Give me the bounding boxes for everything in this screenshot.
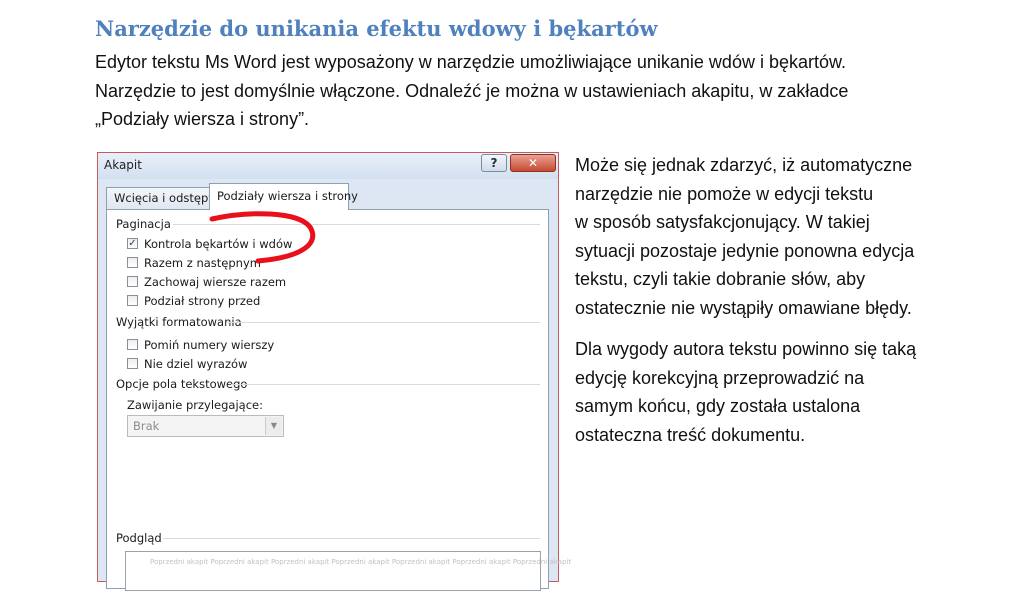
- group-divider: [227, 322, 540, 323]
- paragraph-dialog-screenshot: Akapit ? ✕ Wcięcia i odstępy Podziały wi…: [97, 152, 571, 591]
- checkbox-label: Razem z następnym: [144, 256, 261, 270]
- side-line: narzędzie nie pomoże w edycji tekstu: [575, 183, 874, 204]
- document-heading: Narzędzie do unikania efektu wdowy i bęk…: [95, 16, 658, 41]
- exceptions-group-label: Wyjątki formatowania: [116, 315, 242, 329]
- textbox-options-group-label: Opcje pola tekstowego: [116, 377, 248, 391]
- help-button[interactable]: ?: [481, 154, 507, 172]
- side-line: Może się jednak zdarzyć, iż automatyczne: [575, 155, 913, 175]
- checkbox-box[interactable]: [127, 295, 138, 306]
- preview-group-label: Podgląd: [116, 531, 162, 545]
- dialog-title: Akapit: [104, 158, 142, 172]
- tab-line-page-breaks[interactable]: Podziały wiersza i strony: [209, 183, 358, 210]
- tight-wrap-dropdown[interactable]: Brak ▼: [127, 415, 284, 437]
- chevron-down-icon[interactable]: ▼: [265, 417, 282, 435]
- side-paragraph: Dla wygody autora tekstu powinno się tak…: [575, 335, 995, 449]
- intro-line: „Podziały wiersza i strony”.: [95, 109, 310, 129]
- side-line: edycję korekcyjną przeprowadzić na: [575, 367, 865, 388]
- tab-indents-spacing[interactable]: Wcięcia i odstępy: [106, 187, 215, 209]
- group-divider: [231, 384, 540, 385]
- side-line: ostatecznie nie wystąpiły omawiane błędy…: [575, 297, 912, 318]
- side-text: Może się jednak zdarzyć, iż automatyczne…: [575, 151, 995, 462]
- dialog-titlebar: Akapit ? ✕: [98, 153, 558, 179]
- intro-line: Narzędzie to jest domyślnie włączone. Od…: [95, 80, 849, 101]
- side-paragraph: Może się jednak zdarzyć, iż automatyczne…: [575, 151, 995, 322]
- pagination-group-label: Paginacja: [116, 217, 171, 231]
- side-line: sytuacji pozostaje jedynie ponowna edycj…: [575, 240, 915, 261]
- preview-sample-text: Poprzedni akapit Poprzedni akapit Poprze…: [150, 558, 572, 566]
- dropdown-value: Brak: [133, 419, 160, 433]
- side-line: Dla wygody autora tekstu powinno się tak…: [575, 339, 917, 359]
- checkbox-box[interactable]: [127, 358, 138, 369]
- checkbox-label: Nie dziel wyrazów: [144, 357, 248, 371]
- group-divider: [163, 538, 540, 539]
- checkbox-label: Zachowaj wiersze razem: [144, 275, 287, 289]
- close-button[interactable]: ✕: [510, 154, 556, 172]
- group-divider: [173, 224, 540, 225]
- checkbox-box[interactable]: ✓: [127, 238, 138, 249]
- checkbox-label: Podział strony przed: [144, 294, 261, 308]
- intro-line: Edytor tekstu Ms Word jest wyposażony w …: [95, 52, 846, 72]
- tab-panel: Paginacja ✓ Kontrola bękartów i wdów Raz…: [106, 209, 571, 591]
- checkbox-label: Kontrola bękartów i wdów: [144, 237, 293, 251]
- checkbox-box[interactable]: [127, 276, 138, 287]
- intro-paragraph: Edytor tekstu Ms Word jest wyposażony w …: [95, 48, 955, 134]
- tight-wrap-label: Zawijanie przylegające:: [127, 398, 263, 412]
- side-line: ostateczna treść dokumentu.: [575, 424, 806, 445]
- checkbox-box[interactable]: [127, 257, 138, 268]
- checkbox-label: Pomiń numery wierszy: [144, 338, 275, 352]
- side-line: tekstu, czyli takie dobranie słów, aby: [575, 269, 866, 289]
- side-line: samym końcu, gdy została ustalona: [575, 396, 861, 416]
- checkbox-box[interactable]: [127, 339, 138, 350]
- preview-box: Poprzedni akapit Poprzedni akapit Poprze…: [125, 551, 571, 591]
- side-line: w sposób satysfakcjonujący. W takiej: [575, 212, 870, 232]
